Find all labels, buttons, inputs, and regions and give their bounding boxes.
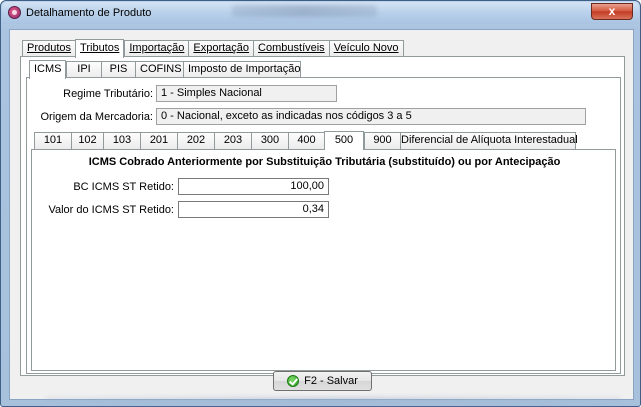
tab-veiculo-novo[interactable]: Veículo Novo [328, 40, 404, 57]
tab-cst-202[interactable]: 202 [177, 132, 214, 149]
tab-pis[interactable]: PIS [101, 61, 135, 78]
window-title: Detalhamento de Produto [26, 7, 152, 19]
tab-cst-900[interactable]: 900 [364, 132, 400, 149]
tab-cofins[interactable]: COFINS [135, 61, 183, 78]
icms-panel: Regime Tributário: 1 - Simples Nacional … [26, 77, 621, 374]
origem-label: Origem da Mercadoria: [40, 110, 154, 123]
check-icon [287, 375, 300, 387]
tab-importacao[interactable]: Importação [124, 40, 189, 57]
origem-field[interactable]: 0 - Nacional, exceto as indicadas nos có… [156, 108, 586, 125]
tab-combustiveis[interactable]: Combustíveis [253, 40, 329, 57]
tab-cst-300[interactable]: 300 [251, 132, 288, 149]
tab-cst-400[interactable]: 400 [288, 132, 324, 149]
tab-produtos[interactable]: Produtos [22, 40, 76, 57]
tab-cst-102[interactable]: 102 [71, 132, 103, 149]
blurred-background-title [232, 5, 377, 17]
main-tabs: Produtos Tributos Importação Exportação … [22, 39, 404, 58]
tab-cst-201[interactable]: 201 [140, 132, 177, 149]
cst-500-panel: ICMS Cobrado Anteriormente por Substitui… [31, 149, 616, 371]
regime-label: Regime Tributário: [63, 87, 153, 100]
tab-diferencial-aliquota[interactable]: Diferencial de Alíquota Interestadual [400, 132, 578, 149]
tab-cst-103[interactable]: 103 [103, 132, 140, 149]
tab-importacao-label: Importação [129, 42, 185, 54]
tab-icms[interactable]: ICMS [29, 60, 66, 79]
save-button-label: F2 - Salvar [304, 375, 358, 387]
st-section-title: ICMS Cobrado Anteriormente por Substitui… [88, 156, 561, 168]
tributos-panel: ICMS IPI PIS COFINS Imposto de Importaçã… [20, 56, 625, 376]
product-detail-window: Detalhamento de Produto x Produtos Tribu… [0, 0, 641, 407]
tab-tributos-label: Tributos [80, 42, 120, 54]
tab-imposto-importacao[interactable]: Imposto de Importação [183, 61, 301, 78]
valor-st-row: Valor do ICMS ST Retido: 0,34 [32, 201, 329, 218]
tab-cst-101[interactable]: 101 [34, 132, 71, 149]
tab-cst-500[interactable]: 500 [324, 131, 364, 150]
cst-tabs: 101 102 103 201 202 203 300 400 500 900 … [34, 131, 578, 150]
tab-combustiveis-label: Combustíveis [258, 42, 325, 54]
bc-st-row: BC ICMS ST Retido: 100,00 [32, 178, 329, 195]
valor-st-input[interactable]: 0,34 [178, 201, 329, 218]
tab-exportacao-label: Exportação [193, 42, 250, 54]
valor-st-label: Valor do ICMS ST Retido: [48, 203, 174, 216]
tab-cst-203[interactable]: 203 [214, 132, 251, 149]
regime-field[interactable]: 1 - Simples Nacional [156, 85, 337, 102]
save-button[interactable]: F2 - Salvar [273, 371, 372, 391]
app-icon [8, 6, 21, 19]
bc-st-label: BC ICMS ST Retido: [73, 180, 174, 193]
close-button[interactable]: x [591, 3, 633, 20]
origem-row: Origem da Mercadoria: 0 - Nacional, exce… [27, 108, 586, 125]
tab-produtos-label: Produtos [27, 42, 72, 54]
tab-ipi[interactable]: IPI [66, 61, 101, 78]
blurred-background-edge [46, 397, 621, 405]
client-area: Produtos Tributos Importação Exportação … [9, 29, 634, 400]
tax-tabs: ICMS IPI PIS COFINS Imposto de Importaçã… [29, 60, 301, 79]
tab-veiculo-novo-label: Veículo Novo [333, 42, 399, 54]
bc-st-input[interactable]: 100,00 [178, 178, 329, 195]
title-bar[interactable]: Detalhamento de Produto x [2, 2, 639, 24]
regime-row: Regime Tributário: 1 - Simples Nacional [27, 85, 337, 102]
tab-exportacao[interactable]: Exportação [188, 40, 254, 57]
tab-tributos[interactable]: Tributos [75, 39, 125, 58]
